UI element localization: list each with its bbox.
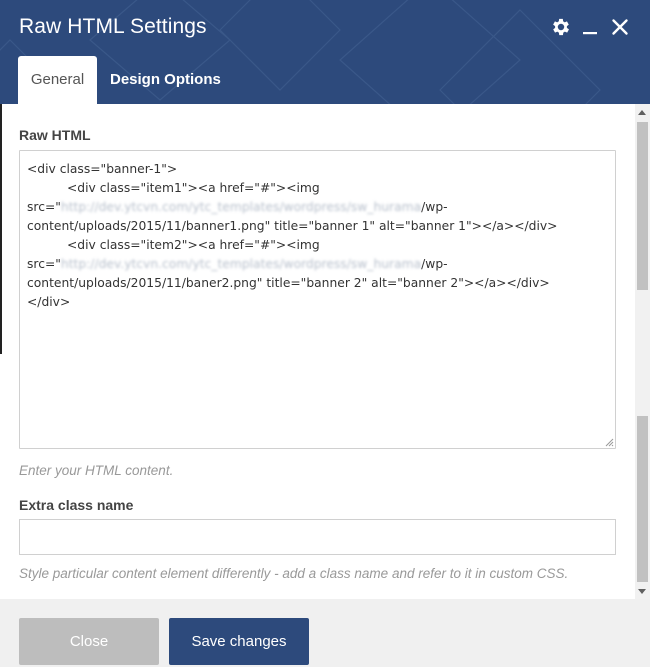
- code-text: src=": [27, 257, 61, 271]
- close-dialog-button[interactable]: [609, 16, 631, 38]
- gear-icon: [553, 18, 569, 36]
- raw-html-label: Raw HTML: [19, 127, 91, 143]
- close-icon: [612, 19, 628, 35]
- raw-html-content: <div class="banner-1"> <div class="item1"…: [27, 160, 608, 312]
- scroll-thumb[interactable]: [637, 416, 648, 582]
- code-line: <div class="item2"><a href="#"><img: [27, 236, 608, 255]
- extra-class-input[interactable]: [19, 519, 616, 555]
- code-text: <div class="banner-1">: [27, 162, 178, 176]
- scroll-up-icon[interactable]: [638, 110, 646, 115]
- code-text: src=": [27, 200, 61, 214]
- resize-handle-icon[interactable]: [604, 437, 614, 447]
- settings-button[interactable]: [550, 16, 572, 38]
- minimize-icon: [583, 32, 597, 35]
- code-text: <div class="item2"><a href="#"><img: [67, 238, 320, 252]
- code-text: content/uploads/2015/11/banner1.png" tit…: [27, 219, 558, 233]
- blurred-url: http://dev.ytcvn.com/ytc_templates/wordp…: [60, 257, 422, 271]
- code-line: </div>: [27, 293, 608, 312]
- code-line: content/uploads/2015/11/baner2.png" titl…: [27, 274, 608, 293]
- code-text: /wp-: [421, 200, 448, 214]
- code-line: content/uploads/2015/11/banner1.png" tit…: [27, 217, 608, 236]
- blurred-url: http://dev.ytcvn.com/ytc_templates/wordp…: [60, 200, 422, 214]
- raw-html-textarea[interactable]: <div class="banner-1"> <div class="item1"…: [19, 150, 616, 449]
- close-button[interactable]: Close: [19, 618, 159, 665]
- code-line: <div class="item1"><a href="#"><img: [27, 179, 608, 198]
- dialog-title: Raw HTML Settings: [19, 15, 207, 38]
- code-text: content/uploads/2015/11/baner2.png" titl…: [27, 276, 550, 290]
- code-text: <div class="item1"><a href="#"><img: [67, 181, 320, 195]
- code-text: </div>: [27, 295, 71, 309]
- scroll-thumb[interactable]: [637, 122, 648, 290]
- code-line: src="http://dev.ytcvn.com/ytc_templates/…: [27, 255, 608, 274]
- raw-html-help: Enter your HTML content.: [19, 463, 174, 478]
- code-text: /wp-: [421, 257, 448, 271]
- window-edge: [0, 104, 2, 354]
- extra-class-label: Extra class name: [19, 497, 134, 513]
- dialog-footer: Close Save changes: [0, 599, 650, 667]
- tab-general[interactable]: General: [18, 56, 97, 104]
- code-line: src="http://dev.ytcvn.com/ytc_templates/…: [27, 198, 608, 217]
- tab-design-options[interactable]: Design Options: [97, 56, 234, 104]
- extra-class-help: Style particular content element differe…: [19, 566, 569, 581]
- scroll-down-icon[interactable]: [638, 589, 646, 594]
- body-scrollbar[interactable]: [635, 104, 650, 599]
- minimize-button[interactable]: [579, 16, 601, 38]
- dialog-header: Raw HTML Settings General Design Options: [0, 0, 650, 104]
- save-changes-button[interactable]: Save changes: [169, 618, 309, 665]
- code-line: <div class="banner-1">: [27, 160, 608, 179]
